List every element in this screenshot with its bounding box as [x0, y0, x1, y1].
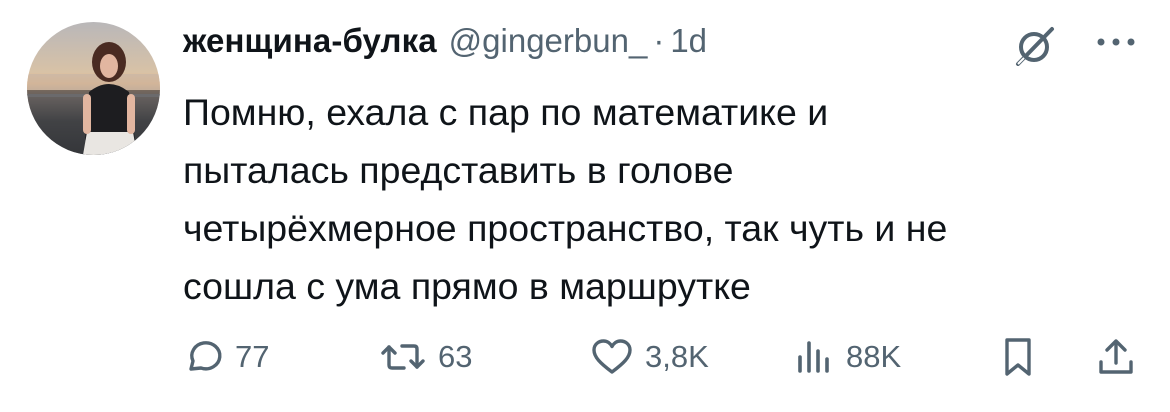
avatar[interactable] [27, 22, 160, 155]
bookmark-icon [1000, 336, 1036, 378]
share-icon [1096, 336, 1136, 378]
share-button[interactable] [1096, 334, 1136, 380]
tweet-header: женщина-булка @gingerbun_ · 1d [183, 22, 707, 68]
avatar-photo [27, 42, 160, 155]
header-separator: · [653, 22, 665, 59]
tweet-text: Помню, ехала с пар по математике и пытал… [183, 91, 948, 307]
views-button[interactable]: 88K [794, 334, 901, 380]
retweet-button[interactable]: 63 [380, 334, 472, 380]
reply-icon [183, 337, 223, 377]
like-count: 3,8K [645, 339, 709, 374]
author-handle[interactable]: @gingerbun_ [449, 22, 648, 60]
bookmark-button[interactable] [1000, 334, 1036, 380]
retweet-count: 63 [438, 339, 473, 374]
retweet-icon [380, 337, 426, 377]
grok-icon[interactable] [1012, 26, 1056, 66]
views-count: 88K [846, 339, 902, 374]
views-icon [794, 337, 834, 377]
like-button[interactable]: 3,8K [591, 334, 709, 380]
heart-icon [591, 337, 633, 377]
more-icon[interactable] [1093, 30, 1139, 54]
tweet-actions: 77 63 3,8K 88K [183, 334, 1143, 380]
tweet-card[interactable]: женщина-булка @gingerbun_ · 1d Помню, ех… [0, 0, 1170, 412]
author-display-name[interactable]: женщина-булка [183, 22, 437, 60]
reply-button[interactable]: 77 [183, 334, 269, 380]
tweet-timestamp[interactable]: 1d [670, 22, 707, 60]
reply-count: 77 [235, 339, 270, 374]
